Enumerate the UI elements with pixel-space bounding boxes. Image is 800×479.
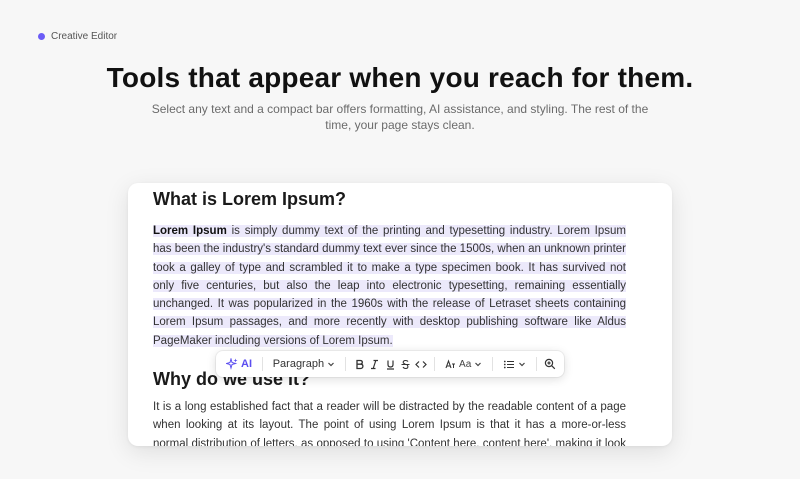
page-title: Tools that appear when you reach for the… bbox=[106, 62, 694, 93]
selected-paragraph[interactable]: Lorem Ipsum is simply dummy text of the … bbox=[153, 222, 626, 350]
editor-document[interactable]: What is Lorem Ipsum? Lorem Ipsum is simp… bbox=[153, 183, 626, 446]
heading-what-is[interactable]: What is Lorem Ipsum? bbox=[153, 188, 626, 210]
brand-dot-icon bbox=[38, 33, 45, 40]
text-style-icon bbox=[445, 358, 456, 370]
chevron-down-icon bbox=[518, 360, 526, 368]
zoom-button[interactable] bbox=[543, 353, 558, 375]
editor-card: What is Lorem Ipsum? Lorem Ipsum is simp… bbox=[128, 183, 672, 446]
underline-button[interactable] bbox=[382, 353, 397, 375]
chevron-down-icon bbox=[474, 360, 482, 368]
divider bbox=[492, 357, 493, 371]
selected-text[interactable]: is simply dummy text of the printing and… bbox=[153, 225, 626, 347]
divider bbox=[345, 357, 346, 371]
code-icon bbox=[414, 359, 427, 370]
font-size-label: Aa bbox=[459, 358, 472, 370]
zoom-icon bbox=[544, 358, 556, 370]
divider bbox=[262, 357, 263, 371]
bold-text[interactable]: Lorem Ipsum bbox=[153, 225, 227, 237]
ai-label: AI bbox=[241, 358, 252, 370]
divider bbox=[535, 357, 537, 371]
underline-icon bbox=[385, 359, 396, 370]
floating-toolbar: AI Paragraph Aa bbox=[216, 351, 564, 377]
block-type-label: Paragraph bbox=[272, 358, 325, 370]
code-button[interactable] bbox=[413, 353, 428, 375]
strikethrough-button[interactable] bbox=[398, 353, 413, 375]
strikethrough-icon bbox=[400, 359, 411, 370]
block-type-dropdown[interactable]: Paragraph bbox=[269, 358, 339, 370]
sparkle-icon bbox=[226, 358, 238, 370]
text-style-dropdown[interactable]: Aa bbox=[441, 359, 486, 370]
page-subtitle: Select any text and a compact bar offers… bbox=[151, 102, 649, 132]
list-icon bbox=[503, 359, 515, 370]
bold-icon bbox=[354, 359, 365, 370]
chevron-down-icon bbox=[327, 360, 335, 368]
list-dropdown[interactable] bbox=[499, 359, 530, 370]
bold-button[interactable] bbox=[352, 353, 367, 375]
ai-assist-button[interactable]: AI bbox=[222, 358, 256, 370]
italic-icon bbox=[369, 359, 380, 370]
paragraph-two[interactable]: It is a long established fact that a rea… bbox=[153, 398, 626, 446]
brand-badge: Creative Editor bbox=[38, 31, 117, 42]
divider bbox=[434, 357, 436, 371]
italic-button[interactable] bbox=[367, 353, 382, 375]
brand-label: Creative Editor bbox=[51, 31, 118, 42]
